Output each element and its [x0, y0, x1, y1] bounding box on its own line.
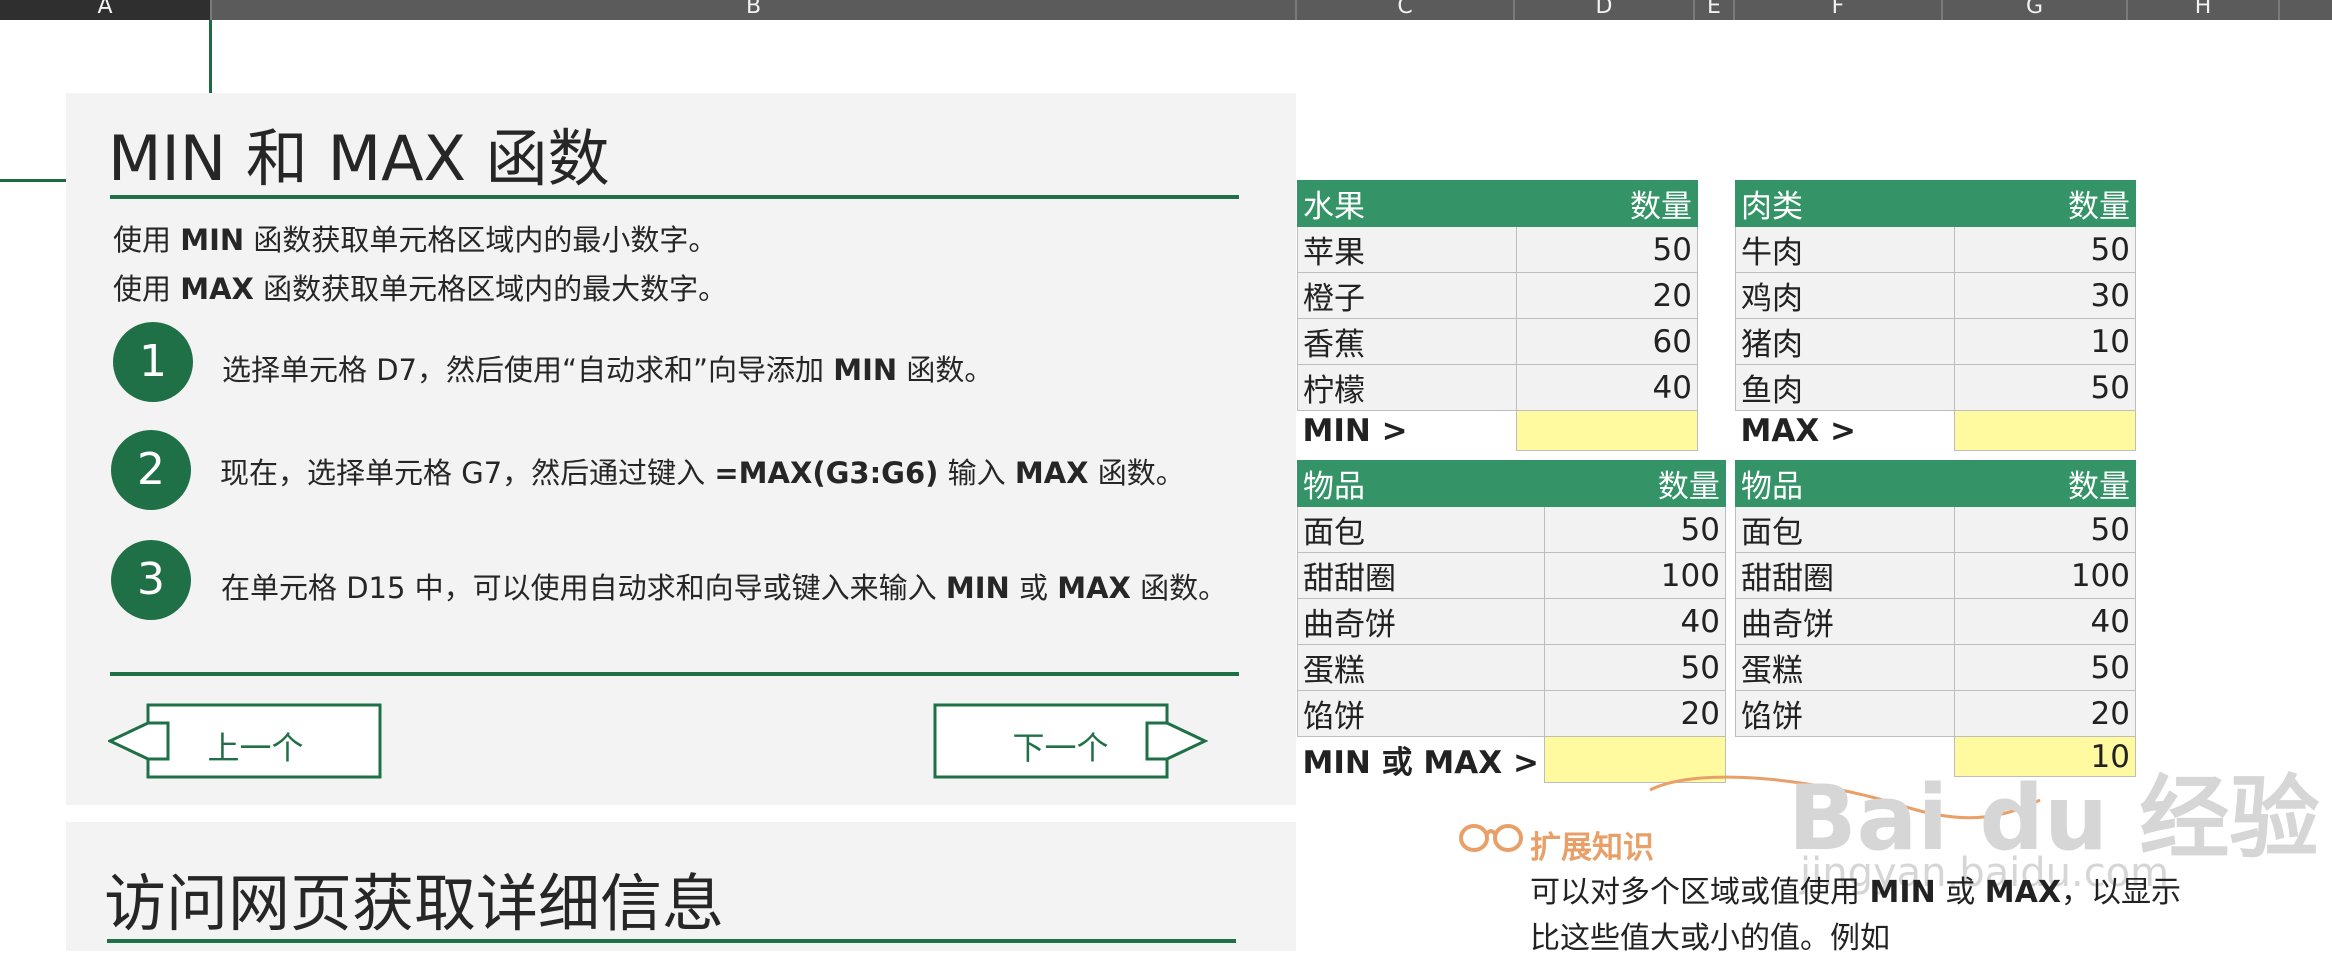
table-header[interactable]: 水果	[1297, 180, 1517, 227]
column-header-c[interactable]: C	[1297, 0, 1515, 20]
max-result-cell[interactable]	[1954, 410, 2136, 451]
knowledge-text-line1: 可以对多个区域或值使用 MIN 或 MAX，以显示	[1530, 875, 2181, 910]
glasses-icon	[1459, 824, 1523, 852]
min-result-cell[interactable]	[1516, 410, 1698, 451]
table-cell[interactable]: 40	[1543, 598, 1726, 645]
web-info-underline	[107, 939, 1236, 943]
table-cell[interactable]: 50	[1954, 506, 2136, 553]
table-header[interactable]: 数量	[1543, 460, 1726, 507]
table-cell[interactable]: 牛肉	[1735, 226, 1955, 273]
table-header[interactable]: 数量	[1954, 180, 2136, 227]
intro-max-text: 使用 MAX 函数获取单元格区域内的最大数字。	[113, 272, 728, 306]
table-cell[interactable]: 曲奇饼	[1297, 598, 1545, 645]
knowledge-title: 扩展知识	[1530, 830, 1654, 866]
table-cell[interactable]: 鱼肉	[1735, 364, 1955, 411]
table-cell[interactable]: 橙子	[1297, 272, 1517, 319]
table-cell[interactable]: 蛋糕	[1735, 644, 1955, 691]
table-cell[interactable]: 60	[1516, 318, 1698, 365]
table-cell[interactable]: 馅饼	[1297, 690, 1545, 737]
items-table-min-max: 物品 数量 面包 50 甜甜圈 100 曲奇饼 40 蛋糕 50 馅饼 20 MIN 或 M…	[1297, 460, 1726, 783]
table-cell[interactable]: 香蕉	[1297, 318, 1517, 365]
title-underline	[110, 195, 1239, 199]
step-2-text: 现在，选择单元格 G7，然后通过键入 =MAX(G3:G6) 输入 MAX 函数…	[220, 456, 1185, 490]
table-cell[interactable]: 40	[1954, 598, 2136, 645]
table-cell[interactable]: 甜甜圈	[1735, 552, 1955, 599]
table-cell[interactable]: 面包	[1297, 506, 1545, 553]
knowledge-text-line2: 比这些值大或小的值。例如	[1530, 921, 1890, 956]
previous-button-label: 上一个	[207, 729, 304, 767]
previous-button[interactable]: 上一个	[108, 703, 383, 779]
meat-table: 肉类 数量 牛肉 50 鸡肉 30 猪肉 10 鱼肉 50 MAX >	[1735, 180, 2136, 451]
column-header-e[interactable]: E	[1695, 0, 1735, 20]
column-header-h[interactable]: H	[2128, 0, 2280, 20]
intro-min-text: 使用 MIN 函数获取单元格区域内的最小数字。	[113, 223, 718, 257]
table-cell[interactable]: 40	[1516, 364, 1698, 411]
table-cell[interactable]: 20	[1543, 690, 1726, 737]
table-cell[interactable]: 猪肉	[1735, 318, 1955, 365]
step-3-badge: 3	[111, 540, 191, 620]
items-table-result: 物品 数量 面包 50 甜甜圈 100 曲奇饼 40 蛋糕 50 馅饼 20 10	[1735, 460, 2136, 777]
column-header-a[interactable]: A	[0, 0, 212, 20]
table-cell[interactable]: 10	[1954, 318, 2136, 365]
table-header[interactable]: 数量	[1516, 180, 1698, 227]
table-cell[interactable]: 苹果	[1297, 226, 1517, 273]
table-cell[interactable]: 50	[1543, 644, 1726, 691]
table-cell[interactable]: 馅饼	[1735, 690, 1955, 737]
table-cell[interactable]: 面包	[1735, 506, 1955, 553]
table-cell[interactable]: 50	[1954, 644, 2136, 691]
table-header[interactable]: 肉类	[1735, 180, 1955, 227]
table-cell[interactable]: 100	[1954, 552, 2136, 599]
column-header-bar: A B C D E F G H	[0, 0, 2332, 20]
table-cell[interactable]: 30	[1954, 272, 2136, 319]
fruit-table: 水果 数量 苹果 50 橙子 20 香蕉 60 柠檬 40 MIN >	[1297, 180, 1698, 451]
column-header-d[interactable]: D	[1515, 0, 1695, 20]
page-title: MIN 和 MAX 函数	[108, 122, 610, 195]
table-header[interactable]: 物品	[1297, 460, 1545, 507]
next-button-label: 下一个	[1012, 729, 1109, 767]
table-cell[interactable]: 20	[1516, 272, 1698, 319]
table-cell[interactable]: 柠檬	[1297, 364, 1517, 411]
cell-selection-border	[209, 20, 212, 93]
table-cell[interactable]: 100	[1543, 552, 1726, 599]
max-label: MAX >	[1735, 410, 1955, 451]
column-header-g[interactable]: G	[1943, 0, 2128, 20]
table-cell[interactable]: 曲奇饼	[1735, 598, 1955, 645]
cell-selection-border	[0, 179, 66, 182]
table-cell[interactable]: 50	[1516, 226, 1698, 273]
next-button[interactable]: 下一个	[933, 703, 1208, 779]
web-info-title: 访问网页获取详细信息	[104, 867, 725, 940]
table-cell[interactable]: 鸡肉	[1735, 272, 1955, 319]
table-cell[interactable]: 50	[1954, 364, 2136, 411]
table-header[interactable]: 物品	[1735, 460, 1955, 507]
table-cell[interactable]: 甜甜圈	[1297, 552, 1545, 599]
step-2-badge: 2	[111, 430, 191, 510]
table-cell[interactable]: 50	[1954, 226, 2136, 273]
min-or-max-label: MIN 或 MAX >	[1297, 736, 1545, 782]
table-cell[interactable]: 蛋糕	[1297, 644, 1545, 691]
column-header-f[interactable]: F	[1735, 0, 1943, 20]
table-cell[interactable]: 20	[1954, 690, 2136, 737]
step-1-badge: 1	[113, 322, 193, 402]
divider	[110, 672, 1239, 676]
step-3-text: 在单元格 D15 中，可以使用自动求和向导或键入来输入 MIN 或 MAX 函数…	[221, 571, 1228, 605]
instruction-panel	[66, 93, 1296, 805]
table-cell[interactable]: 50	[1543, 506, 1726, 553]
table-header[interactable]: 数量	[1954, 460, 2136, 507]
min-label: MIN >	[1297, 410, 1517, 451]
column-header-b[interactable]: B	[212, 0, 1297, 20]
step-1-text: 选择单元格 D7，然后使用“自动求和”向导添加 MIN 函数。	[222, 353, 994, 387]
